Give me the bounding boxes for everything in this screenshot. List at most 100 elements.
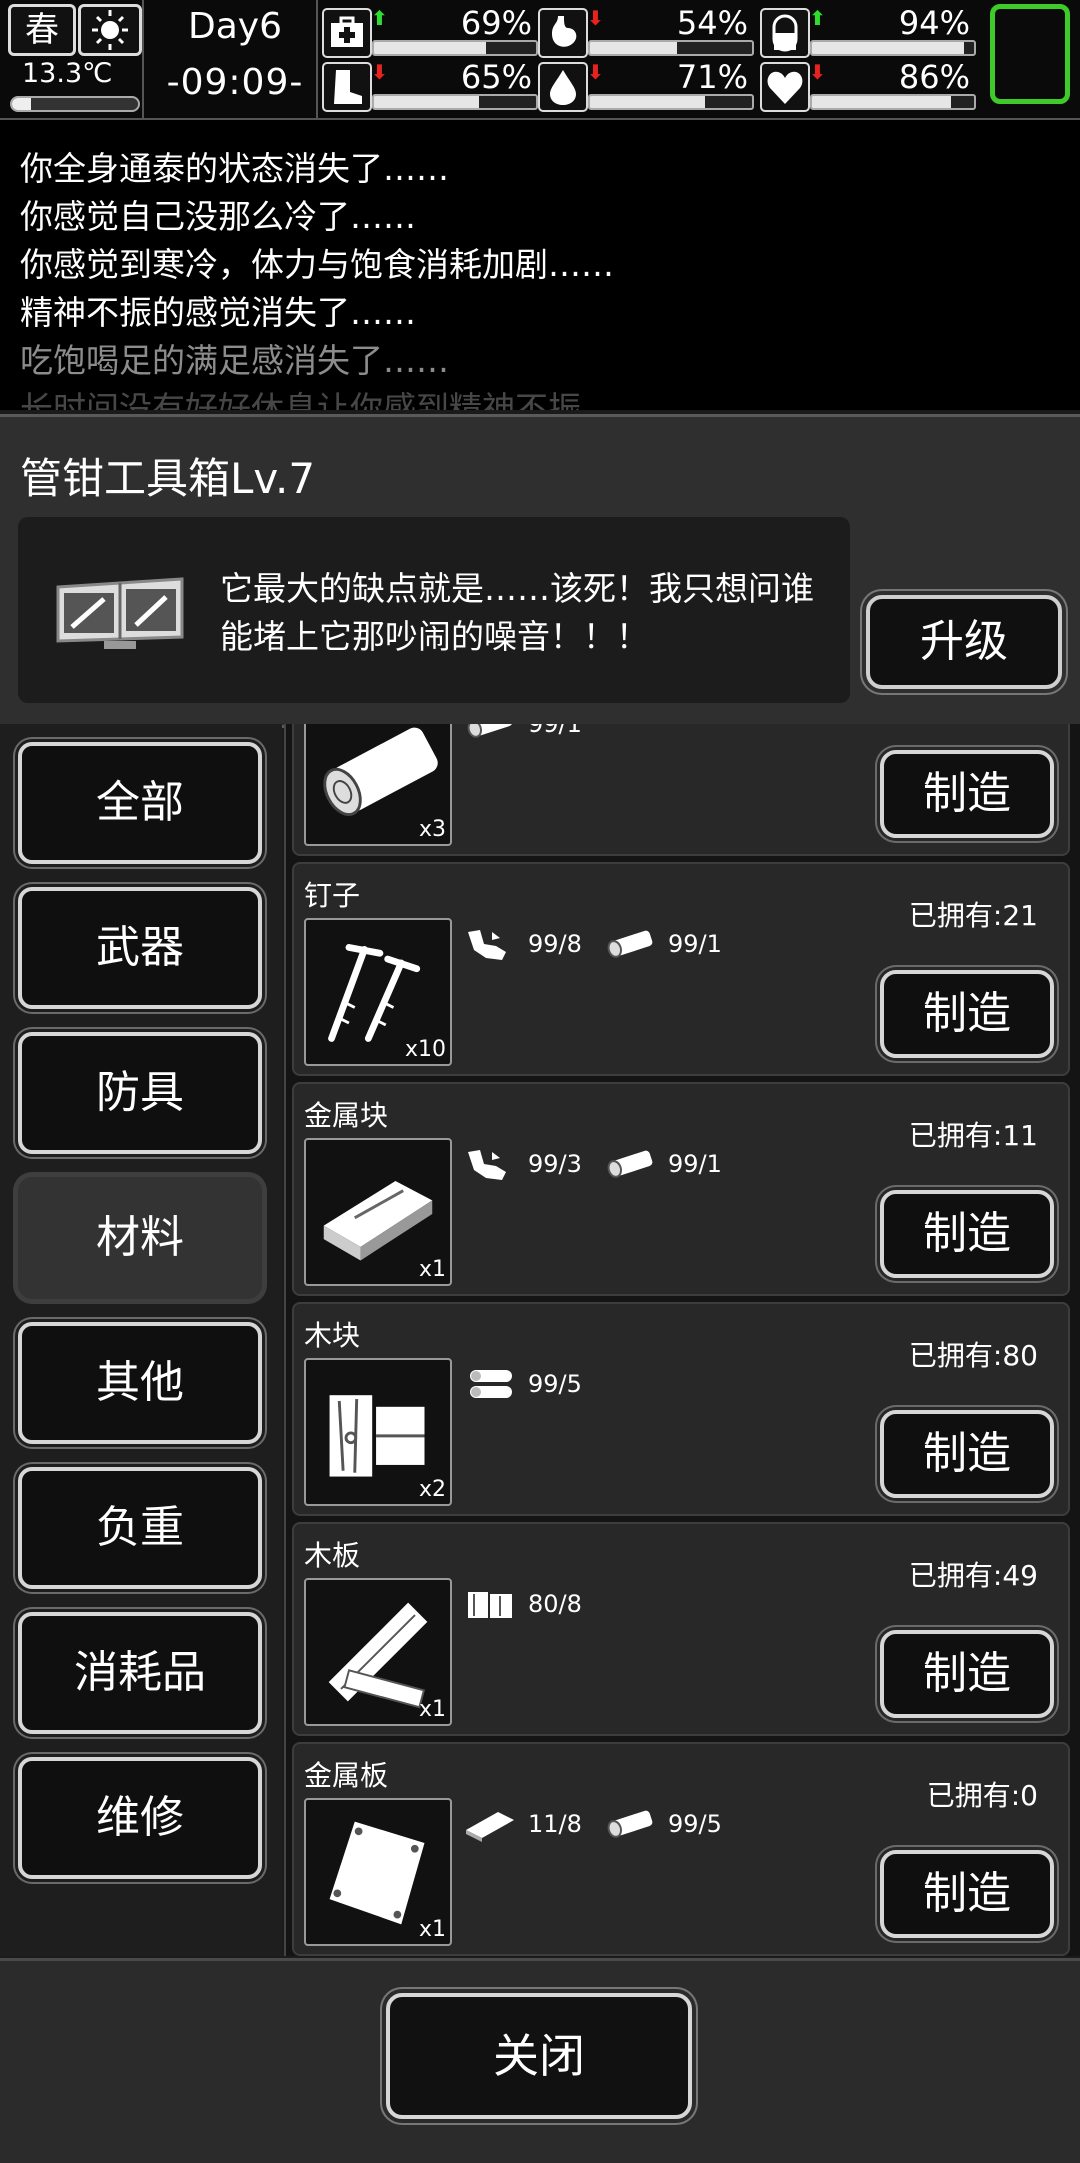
material-requirement: 99/5 bbox=[602, 1804, 732, 1844]
yield-qty: x2 bbox=[418, 1477, 446, 1502]
stat-bar-fill bbox=[812, 42, 965, 54]
yield-qty: x3 bbox=[418, 817, 446, 842]
category-tab-2[interactable]: 防具 bbox=[18, 1032, 262, 1154]
bottom-bar: 关闭 bbox=[0, 1958, 1080, 2163]
divider bbox=[142, 0, 144, 118]
recipe-thumbnail[interactable]: x1 bbox=[304, 1798, 452, 1946]
recipe-thumbnail[interactable]: x2 bbox=[304, 1358, 452, 1506]
log-icon bbox=[602, 1804, 658, 1844]
recipe-row: 金属块 已拥有:11 x1 99/3 99/1 制造 bbox=[292, 1082, 1070, 1296]
day-counter: Day6 bbox=[188, 6, 282, 47]
nail-icon bbox=[316, 930, 440, 1054]
log-line: 你感觉到寒冷，体力与饱食消耗加剧…… bbox=[20, 245, 614, 284]
recipe-thumbnail[interactable]: x1 bbox=[304, 1138, 452, 1286]
recipe-row: 钉子已拥有:21 x10 99/8 99/1 制造 bbox=[292, 862, 1070, 1076]
craft-button[interactable]: 制造 bbox=[880, 750, 1054, 838]
material-requirement: 80/8 bbox=[462, 1584, 592, 1624]
material-count: 99/5 bbox=[528, 1370, 582, 1398]
item-info-panel: 管钳工具箱Lv.7 它最大的缺点就是……该死！我只想问谁能堵上它那吵闹的噪音！！… bbox=[0, 414, 1080, 728]
metal-block-icon bbox=[316, 1150, 440, 1274]
recipe-thumbnail[interactable]: x10 bbox=[304, 918, 452, 1066]
boot-icon bbox=[322, 62, 372, 112]
category-tab-7[interactable]: 维修 bbox=[18, 1757, 262, 1879]
upgrade-button[interactable]: 升级 bbox=[866, 595, 1062, 689]
log-line: 吃饱喝足的满足感消失了…… bbox=[20, 341, 449, 380]
stat-bar bbox=[810, 94, 976, 110]
stat-stomach: ⬇ 54% bbox=[538, 4, 754, 58]
trend-down-arrow-icon: ⬇ bbox=[371, 60, 388, 84]
category-tab-1[interactable]: 武器 bbox=[18, 887, 262, 1009]
item-description: 它最大的缺点就是……该死！我只想问谁能堵上它那吵闹的噪音！！！ bbox=[220, 569, 814, 656]
log-icon bbox=[602, 924, 658, 964]
stat-pill: ⬆ 94% bbox=[760, 4, 976, 58]
recipe-row: 木块 已拥有:80 x2 99/5 制造 bbox=[292, 1302, 1070, 1516]
recipe-name: 钉子 bbox=[304, 879, 361, 912]
material-count: 80/8 bbox=[528, 1590, 582, 1618]
category-tab-4[interactable]: 其他 bbox=[18, 1322, 262, 1444]
material-count: 11/8 bbox=[528, 1810, 582, 1838]
recipe-thumbnail[interactable]: x3 bbox=[304, 724, 452, 846]
close-button[interactable]: 关闭 bbox=[386, 1993, 692, 2119]
heart-icon bbox=[760, 62, 810, 112]
trend-down-arrow-icon: ⬇ bbox=[587, 60, 604, 84]
scrap-icon bbox=[462, 1144, 518, 1184]
material-count: 99/1 bbox=[668, 930, 722, 958]
log-line: 精神不振的感觉消失了…… bbox=[20, 293, 416, 332]
toolbox-icon bbox=[48, 557, 192, 653]
season-indicator: 春 bbox=[8, 4, 76, 56]
stat-bar-fill bbox=[590, 42, 678, 54]
craft-button[interactable]: 制造 bbox=[880, 1850, 1054, 1938]
material-requirement: 99/1 bbox=[462, 724, 592, 744]
stat-bar-fill bbox=[812, 96, 952, 108]
stat-value: 54% bbox=[676, 4, 748, 42]
log-line: 你感觉自己没那么冷了…… bbox=[20, 197, 416, 236]
log-line: 你全身通泰的状态消失了…… bbox=[20, 149, 449, 188]
trend-down-arrow-icon: ⬇ bbox=[587, 6, 604, 30]
craft-button[interactable]: 制造 bbox=[880, 1630, 1054, 1718]
plank-icon bbox=[316, 1590, 440, 1714]
material-requirement: 99/1 bbox=[602, 1144, 732, 1184]
craft-button[interactable]: 制造 bbox=[880, 970, 1054, 1058]
material-count: 99/1 bbox=[668, 1150, 722, 1178]
yield-qty: x1 bbox=[418, 1257, 446, 1282]
stat-bar bbox=[588, 40, 754, 56]
stat-value: 65% bbox=[460, 58, 532, 96]
material-count: 99/1 bbox=[528, 724, 582, 738]
category-tab-3[interactable]: 材料 bbox=[18, 1177, 262, 1299]
recipe-row: 金属板 已拥有:0 x1 11/8 99/5 制造 bbox=[292, 1742, 1070, 1956]
owned-count: 已拥有:49 bbox=[908, 1559, 1038, 1592]
owned-count: 已拥有:21 bbox=[908, 899, 1038, 932]
yield-qty: x1 bbox=[418, 1917, 446, 1942]
stat-boot: ⬇ 65% bbox=[322, 58, 538, 112]
message-log[interactable]: 你全身通泰的状态消失了…… 你感觉自己没那么冷了…… 你感觉到寒冷，体力与饱食消耗加… bbox=[0, 120, 1080, 410]
recipe-thumbnail[interactable]: x1 bbox=[304, 1578, 452, 1726]
material-requirement: 99/1 bbox=[602, 924, 732, 964]
owned-count: 已拥有:11 bbox=[908, 1119, 1038, 1152]
scrap-icon bbox=[462, 924, 518, 964]
metal-block-icon bbox=[462, 1804, 518, 1844]
water-drop-icon bbox=[538, 62, 588, 112]
stat-value: 69% bbox=[460, 4, 532, 42]
recipe-name: 金属板 bbox=[304, 1759, 389, 1792]
stat-value: 94% bbox=[898, 4, 970, 42]
map-button[interactable] bbox=[990, 4, 1070, 104]
item-description-card: 它最大的缺点就是……该死！我只想问谁能堵上它那吵闹的噪音！！！ bbox=[18, 517, 850, 703]
trend-up-arrow-icon: ⬆ bbox=[371, 6, 388, 30]
stat-bar bbox=[372, 94, 538, 110]
weather-sun-icon bbox=[78, 4, 142, 56]
craft-button[interactable]: 制造 bbox=[880, 1190, 1054, 1278]
stat-value: 86% bbox=[898, 58, 970, 96]
logs-icon bbox=[462, 1364, 518, 1404]
recipe-row: 木板 已拥有:49 x1 80/8 制造 bbox=[292, 1522, 1070, 1736]
stat-medkit: ⬆ 69% bbox=[322, 4, 538, 58]
category-tab-0[interactable]: 全部 bbox=[18, 742, 262, 864]
material-requirement: 11/8 bbox=[462, 1804, 592, 1844]
recipe-list[interactable]: x3 99/1 制造 钉子 已拥有:21 x10 99/8 99/1 制造 金属块 已拥有:11 x1… bbox=[284, 724, 1080, 1956]
yield-qty: x10 bbox=[404, 1037, 446, 1062]
category-tab-6[interactable]: 消耗品 bbox=[18, 1612, 262, 1734]
category-tab-5[interactable]: 负重 bbox=[18, 1467, 262, 1589]
material-count: 99/8 bbox=[528, 930, 582, 958]
recipe-name: 金属块 bbox=[304, 1099, 389, 1132]
stat-bar bbox=[810, 40, 976, 56]
craft-button[interactable]: 制造 bbox=[880, 1410, 1054, 1498]
